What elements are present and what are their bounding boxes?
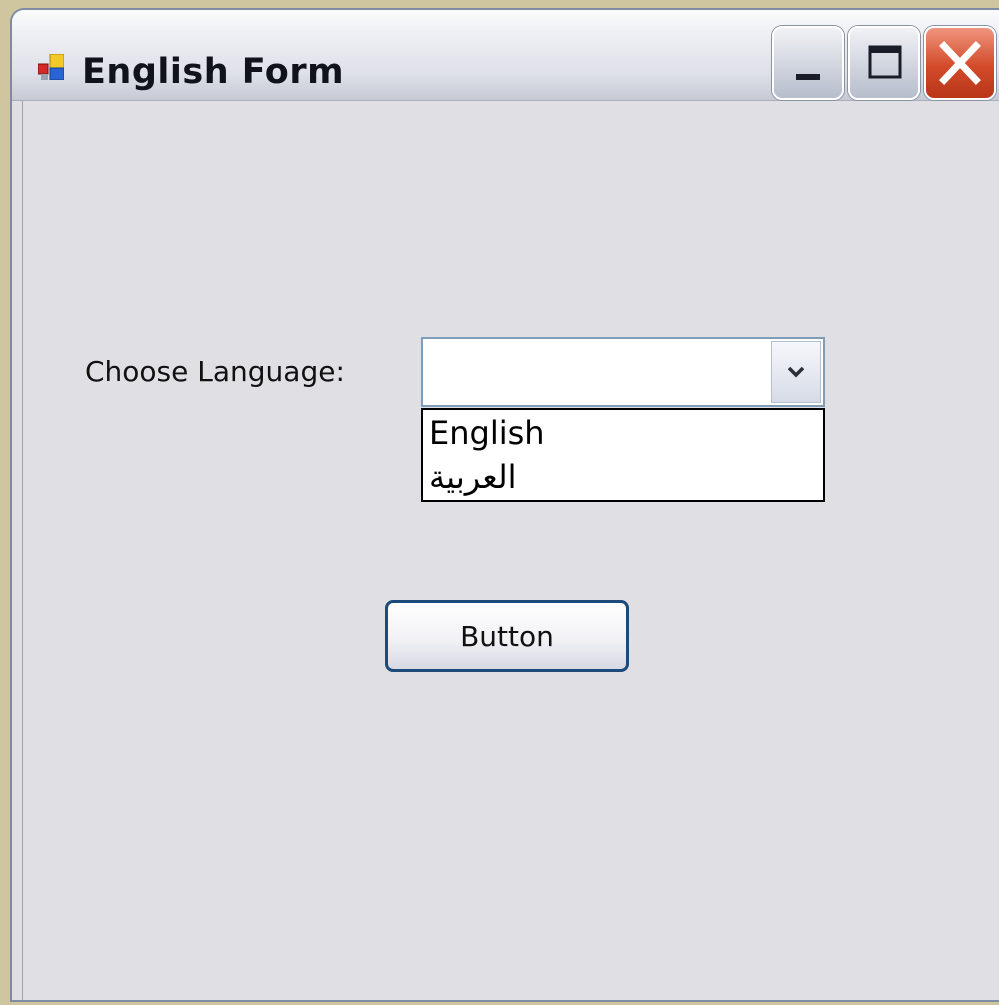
language-option-english[interactable]: English: [429, 414, 545, 452]
language-combobox[interactable]: [421, 337, 825, 407]
minimize-icon: [796, 74, 820, 80]
title-bar[interactable]: English Form: [12, 10, 999, 101]
language-label: Choose Language:: [85, 355, 345, 388]
chevron-down-icon: [787, 366, 805, 378]
form-window: English Form Choose Language: English ال…: [10, 8, 999, 1002]
close-icon: [939, 41, 981, 85]
minimize-button[interactable]: [772, 26, 844, 100]
close-button[interactable]: [924, 26, 996, 100]
form-client-area: Choose Language: English العربية Button: [22, 101, 999, 1000]
window-app-icon[interactable]: [37, 53, 65, 81]
language-dropdown-list: English العربية: [421, 408, 825, 502]
maximize-button[interactable]: [848, 26, 920, 100]
language-option-arabic[interactable]: العربية: [429, 458, 516, 496]
maximize-icon: [868, 45, 902, 79]
action-button[interactable]: Button: [385, 600, 629, 672]
dropdown-button[interactable]: [771, 341, 821, 403]
window-title: English Form: [82, 52, 345, 92]
